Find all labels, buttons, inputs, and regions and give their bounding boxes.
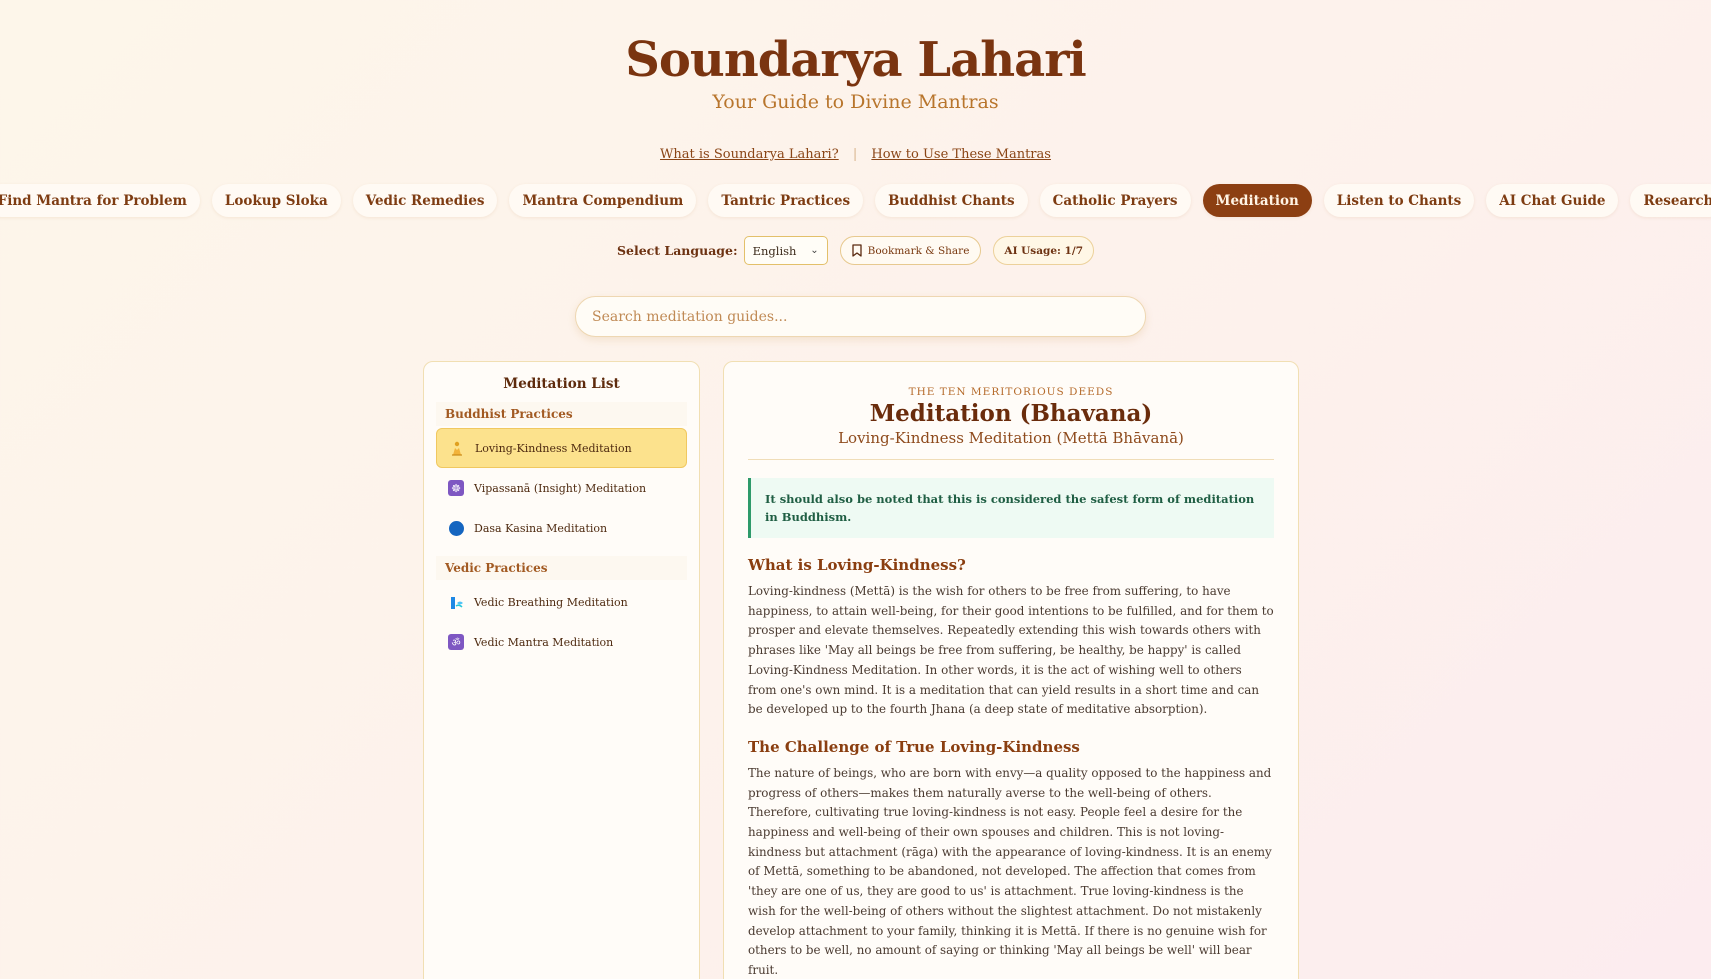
nav-catholic-prayers[interactable]: Catholic Prayers: [1039, 184, 1191, 217]
nav-vedic-remedies[interactable]: Vedic Remedies: [352, 184, 498, 217]
section-heading: What is Loving-Kindness?: [748, 556, 966, 574]
list-item-dasa-kasina[interactable]: Dasa Kasina Meditation: [436, 508, 687, 548]
ai-usage-badge: AI Usage: 1/7: [993, 236, 1095, 265]
meditation-content: THE TEN MERITORIOUS DEEDS Meditation (Bh…: [723, 361, 1299, 979]
content-divider: [748, 459, 1274, 460]
search-box: [575, 296, 1146, 337]
content-title: Meditation (Bhavana): [869, 400, 1153, 427]
link-separator: |: [852, 147, 858, 162]
site-header: Soundarya Lahari Your Guide to Divine Ma…: [0, 30, 1711, 114]
content-eyebrow: THE TEN MERITORIOUS DEEDS: [908, 386, 1114, 398]
list-item-label: Vedic Mantra Meditation: [474, 635, 614, 649]
content-subtitle: Loving-Kindness Meditation (Mettā Bhāvan…: [838, 429, 1184, 447]
site-title: Soundarya Lahari: [625, 32, 1087, 88]
language-value: English: [752, 243, 797, 258]
nav-mantra-compendium[interactable]: Mantra Compendium: [509, 184, 697, 217]
om-icon: ॐ: [448, 634, 464, 650]
section-body: Loving-kindness (Mettā) is the wish for …: [748, 584, 1274, 717]
group-label-vedic: Vedic Practices: [436, 556, 687, 580]
list-item-vipassana[interactable]: ☸ Vipassanā (Insight) Meditation: [436, 468, 687, 508]
bookmark-share-button[interactable]: Bookmark & Share: [839, 236, 982, 265]
controls-bar: Select Language: English ⌄ Bookmark & Sh…: [0, 236, 1711, 265]
info-links: What is Soundarya Lahari? | How to Use T…: [0, 147, 1711, 162]
bookmark-icon: [851, 244, 862, 257]
lungs-icon: [448, 594, 464, 610]
group-label-buddhist: Buddhist Practices: [436, 402, 687, 426]
main-nav: Find Mantra for Problem Lookup Sloka Ved…: [0, 184, 1711, 217]
list-item-vedic-breathing[interactable]: Vedic Breathing Meditation: [436, 582, 687, 622]
section-heading: The Challenge of True Loving-Kindness: [748, 737, 1080, 756]
section-body: The nature of beings, who are born with …: [748, 765, 1272, 977]
what-is-link[interactable]: What is Soundarya Lahari?: [660, 147, 839, 162]
nav-buddhist-chants[interactable]: Buddhist Chants: [875, 184, 1028, 217]
language-label: Select Language:: [616, 243, 738, 258]
sidebar-title: Meditation List: [503, 376, 620, 392]
dharma-wheel-icon: ☸: [448, 480, 464, 496]
search-input[interactable]: [592, 308, 1129, 325]
nav-lookup-sloka[interactable]: Lookup Sloka: [211, 184, 341, 217]
person-praying-icon: [449, 440, 465, 456]
list-item-label: Loving-Kindness Meditation: [475, 441, 632, 455]
nav-find-mantra[interactable]: Find Mantra for Problem: [0, 184, 200, 217]
nav-tantric-practices[interactable]: Tantric Practices: [708, 184, 864, 217]
blue-circle-icon: [448, 520, 464, 536]
nav-listen-chants[interactable]: Listen to Chants: [1323, 184, 1475, 217]
nav-ai-chat-guide[interactable]: AI Chat Guide: [1486, 184, 1619, 217]
site-subtitle: Your Guide to Divine Mantras: [712, 91, 999, 113]
meditation-sidebar: Meditation List Buddhist Practices Lovin…: [423, 361, 700, 979]
list-item-label: Vipassanā (Insight) Meditation: [474, 481, 647, 495]
nav-meditation[interactable]: Meditation: [1202, 184, 1312, 217]
list-item-loving-kindness[interactable]: Loving-Kindness Meditation: [436, 428, 687, 468]
chevron-down-icon: ⌄: [810, 245, 819, 256]
list-item-vedic-mantra[interactable]: ॐ Vedic Mantra Meditation: [436, 622, 687, 662]
how-to-link[interactable]: How to Use These Mantras: [871, 147, 1051, 162]
language-select[interactable]: English ⌄: [743, 236, 828, 265]
nav-research[interactable]: Research: [1630, 184, 1711, 217]
safety-note: It should also be noted that this is con…: [748, 478, 1274, 538]
list-item-label: Vedic Breathing Meditation: [474, 595, 628, 609]
list-item-label: Dasa Kasina Meditation: [474, 521, 608, 535]
bookmark-share-label: Bookmark & Share: [867, 244, 970, 257]
